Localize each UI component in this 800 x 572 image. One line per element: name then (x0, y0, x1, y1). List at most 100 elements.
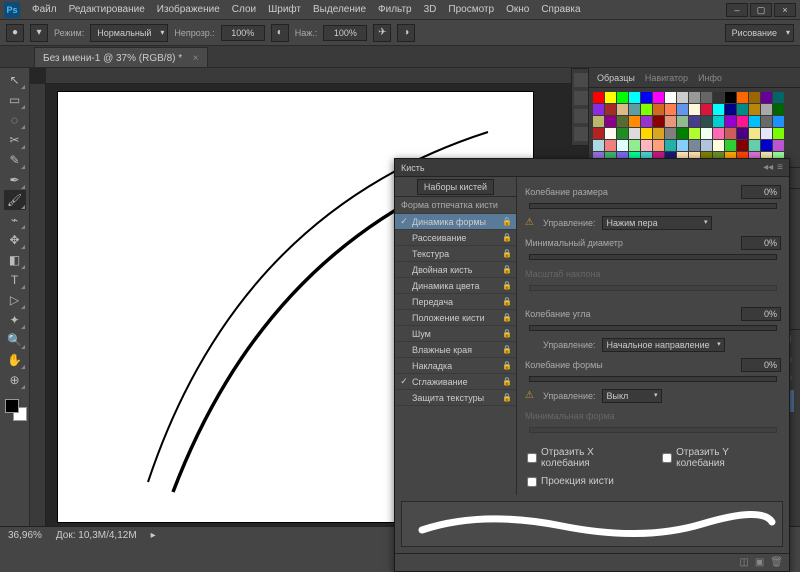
swatch[interactable] (725, 104, 736, 115)
swatch[interactable] (677, 140, 688, 151)
swatch[interactable] (761, 128, 772, 139)
brush-option-Динамика цвета[interactable]: Динамика цвета🔒 (395, 278, 516, 294)
brush-tip-shape-label[interactable]: Форма отпечатка кисти (395, 197, 516, 214)
angle-jitter-slider[interactable] (529, 325, 777, 331)
opacity-input[interactable]: 100% (221, 25, 265, 41)
tab-swatches[interactable]: Образцы (597, 73, 635, 83)
tool-2[interactable]: ◌ (4, 110, 26, 130)
swatch[interactable] (605, 128, 616, 139)
lock-icon[interactable]: 🔒 (502, 233, 512, 242)
swatch[interactable] (677, 116, 688, 127)
swatch[interactable] (689, 128, 700, 139)
tool-10[interactable]: T (4, 270, 26, 290)
swatch[interactable] (689, 104, 700, 115)
close-tab-icon[interactable]: × (193, 53, 199, 64)
swatch[interactable] (749, 140, 760, 151)
menu-Просмотр[interactable]: Просмотр (442, 2, 500, 17)
swatch[interactable] (641, 116, 652, 127)
brush-option-Шум[interactable]: Шум🔒 (395, 326, 516, 342)
swatch[interactable] (653, 104, 664, 115)
lock-icon[interactable]: 🔒 (502, 217, 512, 226)
swatch[interactable] (677, 92, 688, 103)
swatch[interactable] (629, 128, 640, 139)
lock-icon[interactable]: 🔒 (502, 281, 512, 290)
minimize-button[interactable]: – (726, 3, 748, 17)
swatch[interactable] (725, 140, 736, 151)
control-select-2[interactable]: Начальное направление (602, 338, 725, 352)
maximize-button[interactable]: ▢ (750, 3, 772, 17)
toggle-preview-icon[interactable]: ◫ (739, 557, 748, 568)
roundness-jitter-slider[interactable] (529, 376, 777, 382)
swatch[interactable] (641, 92, 652, 103)
swatch[interactable] (701, 140, 712, 151)
swatch[interactable] (725, 116, 736, 127)
brush-panel-header[interactable]: Кисть ◂◂ ≡ (395, 159, 789, 177)
lock-icon[interactable]: 🔒 (502, 361, 512, 370)
swatch[interactable] (749, 116, 760, 127)
swatch[interactable] (761, 116, 772, 127)
tool-1[interactable]: ▭ (4, 90, 26, 110)
flip-y-checkbox[interactable]: Отразить Y колебания (660, 445, 781, 471)
swatch[interactable] (689, 140, 700, 151)
swatch[interactable] (701, 104, 712, 115)
brush-option-Текстура[interactable]: Текстура🔒 (395, 246, 516, 262)
panel-icon-2[interactable] (574, 91, 588, 105)
swatch[interactable] (653, 92, 664, 103)
swatch[interactable] (641, 104, 652, 115)
swatch[interactable] (653, 128, 664, 139)
swatch[interactable] (665, 116, 676, 127)
document-tab[interactable]: Без имени-1 @ 37% (RGB/8) * × (34, 47, 208, 67)
swatch[interactable] (617, 116, 628, 127)
brush-preset-icon[interactable]: ● (6, 24, 24, 42)
swatch[interactable] (593, 140, 604, 151)
pressure-opacity-icon[interactable]: ◐ (271, 24, 289, 42)
swatch[interactable] (713, 116, 724, 127)
swatch[interactable] (737, 128, 748, 139)
swatch[interactable] (605, 116, 616, 127)
foreground-color[interactable] (5, 399, 19, 413)
control-select-3[interactable]: Выкл (602, 389, 662, 403)
checkbox-icon[interactable]: ✓ (399, 216, 409, 227)
menu-Редактирование[interactable]: Редактирование (63, 2, 151, 17)
swatch[interactable] (713, 140, 724, 151)
menu-Фильтр[interactable]: Фильтр (372, 2, 418, 17)
swatch[interactable] (773, 92, 784, 103)
menu-Слои[interactable]: Слои (226, 2, 262, 17)
swatch[interactable] (629, 104, 640, 115)
swatch[interactable] (677, 128, 688, 139)
tool-13[interactable]: 🔍 (4, 330, 26, 350)
swatch[interactable] (749, 104, 760, 115)
lock-icon[interactable]: 🔒 (502, 313, 512, 322)
swatch[interactable] (737, 92, 748, 103)
menu-Шрифт[interactable]: Шрифт (262, 2, 307, 17)
swatch[interactable] (737, 140, 748, 151)
tool-8[interactable]: ✥ (4, 230, 26, 250)
flip-x-checkbox[interactable]: Отразить X колебания (525, 445, 646, 471)
panel-collapse-icon[interactable]: ◂◂ (763, 162, 773, 173)
menu-Окно[interactable]: Окно (500, 2, 535, 17)
status-arrow-icon[interactable]: ▸ (151, 530, 156, 541)
menu-Справка[interactable]: Справка (535, 2, 586, 17)
new-brush-icon[interactable]: ▣ (755, 557, 764, 568)
roundness-jitter-value[interactable]: 0% (741, 358, 781, 372)
swatch[interactable] (701, 116, 712, 127)
brush-option-Двойная кисть[interactable]: Двойная кисть🔒 (395, 262, 516, 278)
brush-option-Положение кисти[interactable]: Положение кисти🔒 (395, 310, 516, 326)
swatch[interactable] (665, 128, 676, 139)
swatch[interactable] (593, 128, 604, 139)
tool-14[interactable]: ✋ (4, 350, 26, 370)
panel-icon-4[interactable] (574, 127, 588, 141)
lock-icon[interactable]: 🔒 (502, 393, 512, 402)
delete-brush-icon[interactable]: 🗑 (770, 557, 783, 568)
angle-jitter-value[interactable]: 0% (741, 307, 781, 321)
pressure-size-icon[interactable]: ◑ (397, 24, 415, 42)
swatch[interactable] (725, 128, 736, 139)
lock-icon[interactable]: 🔒 (502, 329, 512, 338)
workspace-select[interactable]: Рисование (725, 24, 794, 42)
tool-12[interactable]: ✦ (4, 310, 26, 330)
swatch[interactable] (701, 92, 712, 103)
swatch[interactable] (593, 116, 604, 127)
brush-option-Рассеивание[interactable]: Рассеивание🔒 (395, 230, 516, 246)
swatch[interactable] (761, 104, 772, 115)
swatch[interactable] (761, 92, 772, 103)
